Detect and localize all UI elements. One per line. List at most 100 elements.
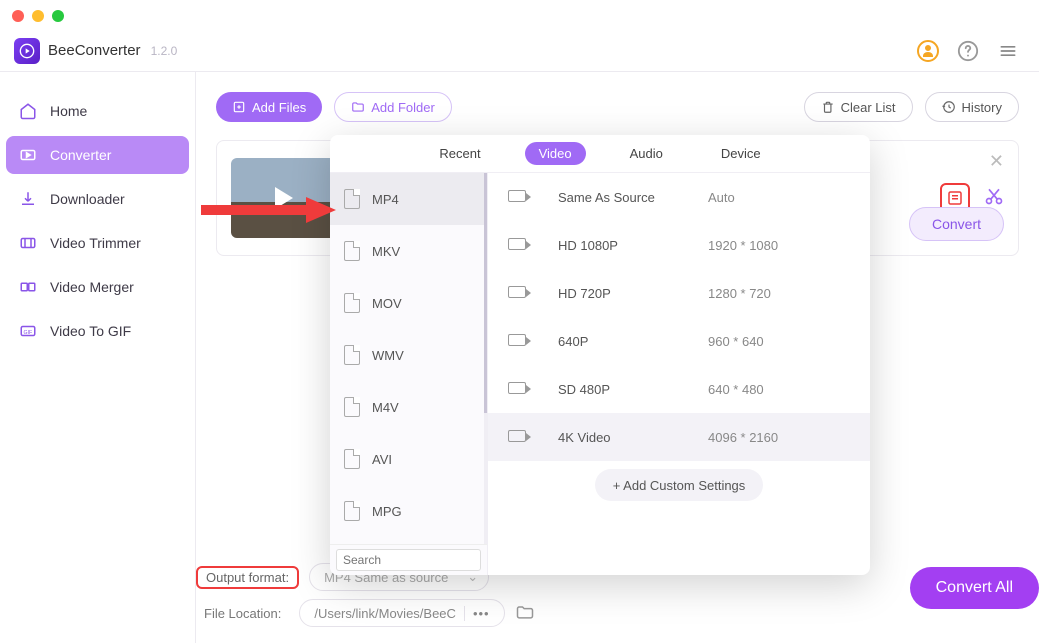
sidebar-item-label: Downloader (50, 191, 125, 207)
camera-icon (508, 238, 526, 250)
tab-recent[interactable]: Recent (425, 142, 494, 165)
account-icon[interactable] (911, 34, 945, 68)
convert-button[interactable]: Convert (909, 207, 1004, 241)
close-icon[interactable]: ✕ (989, 151, 1004, 172)
format-label: MPG (372, 504, 402, 519)
resolution-dim: 1920 * 1080 (708, 238, 778, 253)
add-folder-button[interactable]: Add Folder (334, 92, 452, 122)
history-button[interactable]: History (925, 92, 1019, 122)
button-label: Add Files (252, 100, 306, 115)
open-folder-icon[interactable] (515, 602, 535, 625)
resolution-name: 4K Video (558, 430, 708, 445)
add-files-button[interactable]: Add Files (216, 92, 322, 122)
format-item-mpg[interactable]: MPG (330, 485, 484, 537)
file-icon (344, 501, 360, 521)
video-thumbnail[interactable] (231, 158, 337, 238)
tab-audio[interactable]: Audio (616, 142, 677, 165)
format-search-input[interactable] (336, 549, 481, 571)
format-item-mp4[interactable]: MP4 (330, 173, 484, 225)
resolution-dim: 1280 * 720 (708, 286, 771, 301)
file-location-box[interactable]: /Users/link/Movies/BeeC ••• (299, 599, 504, 627)
menu-icon[interactable] (991, 34, 1025, 68)
popup-tabs: Recent Video Audio Device (330, 135, 870, 173)
resolution-item[interactable]: Same As SourceAuto (488, 173, 870, 221)
format-popup: Recent Video Audio Device MP4 MKV MOV WM… (330, 135, 870, 575)
format-label: AVI (372, 452, 392, 467)
file-icon (344, 293, 360, 313)
merger-icon (18, 277, 38, 297)
sidebar: Home Converter Downloader Video Trimmer … (0, 72, 196, 643)
close-window-icon[interactable] (12, 10, 24, 22)
resolution-item[interactable]: 640P960 * 640 (488, 317, 870, 365)
help-icon[interactable] (951, 34, 985, 68)
maximize-window-icon[interactable] (52, 10, 64, 22)
sidebar-item-label: Video Merger (50, 279, 134, 295)
sidebar-item-home[interactable]: Home (6, 92, 189, 130)
resolution-list: Same As SourceAuto HD 1080P1920 * 1080 H… (488, 173, 870, 575)
sidebar-item-converter[interactable]: Converter (6, 136, 189, 174)
button-label: Convert All (936, 579, 1013, 597)
minimize-window-icon[interactable] (32, 10, 44, 22)
resolution-item[interactable]: HD 720P1280 * 720 (488, 269, 870, 317)
button-label: Convert (932, 216, 981, 232)
trimmer-icon (18, 233, 38, 253)
output-format-label: Output format: (196, 566, 299, 589)
resolution-dim: Auto (708, 190, 735, 205)
format-item-wmv[interactable]: WMV (330, 329, 484, 381)
resolution-name: 640P (558, 334, 708, 349)
app-version: 1.2.0 (151, 44, 178, 58)
app-title: BeeConverter (48, 42, 141, 59)
camera-icon (508, 334, 526, 346)
format-label: WMV (372, 348, 404, 363)
file-location-value: /Users/link/Movies/BeeC (314, 606, 456, 621)
tab-video[interactable]: Video (525, 142, 586, 165)
app-logo-icon (14, 38, 40, 64)
format-item-mkv[interactable]: MKV (330, 225, 484, 277)
convert-all-button[interactable]: Convert All (910, 567, 1039, 609)
resolution-dim: 4096 * 2160 (708, 430, 778, 445)
format-label: M4V (372, 400, 399, 415)
resolution-item[interactable]: 4K Video4096 * 2160 (488, 413, 870, 461)
add-custom-settings-button[interactable]: + Add Custom Settings (595, 469, 764, 501)
sidebar-item-downloader[interactable]: Downloader (6, 180, 189, 218)
clear-list-button[interactable]: Clear List (804, 92, 913, 122)
file-location-label: File Location: (196, 604, 289, 623)
resolution-item[interactable]: HD 1080P1920 * 1080 (488, 221, 870, 269)
sidebar-item-label: Video To GIF (50, 323, 131, 339)
sidebar-item-label: Video Trimmer (50, 235, 141, 251)
format-label: MP4 (372, 192, 399, 207)
format-list: MP4 MKV MOV WMV M4V AVI MPG (330, 173, 488, 575)
file-icon (344, 345, 360, 365)
button-label: Clear List (841, 100, 896, 115)
scrollbar-thumb[interactable] (484, 173, 487, 413)
home-icon (18, 101, 38, 121)
format-item-m4v[interactable]: M4V (330, 381, 484, 433)
button-label: History (962, 100, 1002, 115)
app-header: BeeConverter 1.2.0 (0, 30, 1039, 72)
svg-text:GIF: GIF (24, 330, 33, 336)
sidebar-item-trimmer[interactable]: Video Trimmer (6, 224, 189, 262)
tab-device[interactable]: Device (707, 142, 775, 165)
toolbar: Add Files Add Folder Clear List History (216, 92, 1019, 122)
window-controls (12, 10, 64, 22)
more-dots-icon[interactable]: ••• (464, 606, 490, 621)
format-item-avi[interactable]: AVI (330, 433, 484, 485)
format-search-wrap (330, 544, 487, 575)
resolution-name: HD 720P (558, 286, 708, 301)
converter-icon (18, 145, 38, 165)
format-label: MKV (372, 244, 400, 259)
sidebar-item-merger[interactable]: Video Merger (6, 268, 189, 306)
format-label: MOV (372, 296, 402, 311)
gif-icon: GIF (18, 321, 38, 341)
file-icon (344, 189, 360, 209)
file-icon (344, 449, 360, 469)
resolution-name: Same As Source (558, 190, 708, 205)
resolution-name: SD 480P (558, 382, 708, 397)
sidebar-item-gif[interactable]: GIF Video To GIF (6, 312, 189, 350)
camera-icon (508, 382, 526, 394)
format-item-mov[interactable]: MOV (330, 277, 484, 329)
sidebar-item-label: Converter (50, 147, 111, 163)
resolution-dim: 640 * 480 (708, 382, 764, 397)
resolution-dim: 960 * 640 (708, 334, 764, 349)
resolution-item[interactable]: SD 480P640 * 480 (488, 365, 870, 413)
